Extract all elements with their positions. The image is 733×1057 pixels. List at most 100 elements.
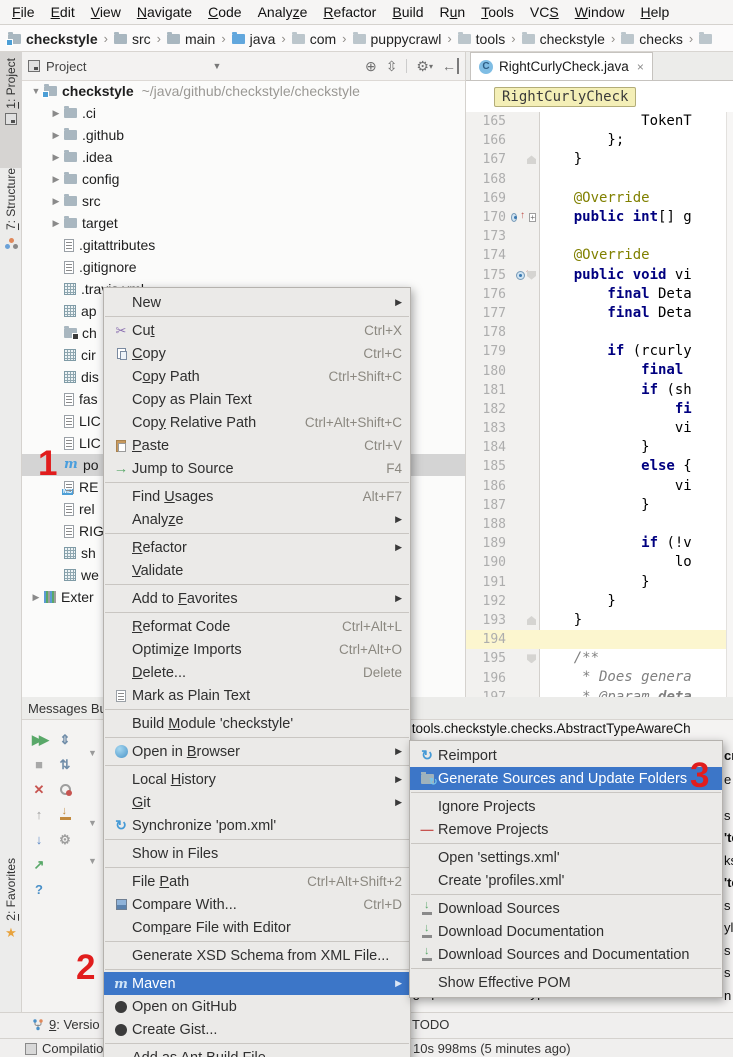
code-line-186[interactable]: 186 vi	[466, 477, 733, 496]
code-line-179[interactable]: 179 if (rcurly	[466, 342, 733, 361]
menu-item-generate-xsd-schema-from-xml-file[interactable]: Generate XSD Schema from XML File...	[104, 944, 410, 967]
menubar-item-help[interactable]: Help	[633, 4, 678, 20]
menu-item-generate-sources-and-update-folders[interactable]: Generate Sources and Update Folders	[410, 767, 722, 790]
breadcrumb-puppycrawl[interactable]: puppycrawl	[353, 31, 442, 47]
breadcrumb-checks[interactable]: checks	[621, 31, 683, 47]
menu-item-git[interactable]: Git▶	[104, 791, 410, 814]
breadcrumb-checkstyle[interactable]: checkstyle	[8, 31, 98, 47]
menu-item-local-history[interactable]: Local History▶	[104, 768, 410, 791]
menu-item-open-on-github[interactable]: Open on GitHub	[104, 995, 410, 1018]
tree-item-src[interactable]: ▶src	[22, 190, 465, 212]
tree-item-checkstyle[interactable]: ▼checkstyle~/java/github/checkstyle/chec…	[22, 80, 465, 102]
tree-item-target[interactable]: ▶target	[22, 212, 465, 234]
version-control-button[interactable]: 9: Versio	[32, 1017, 100, 1032]
code-line-166[interactable]: 166 };	[466, 131, 733, 150]
breadcrumb-java[interactable]: java	[232, 31, 276, 47]
menu-item-analyze[interactable]: Analyze▶	[104, 508, 410, 531]
tree-item-config[interactable]: ▶config	[22, 168, 465, 190]
menubar-item-file[interactable]: File	[4, 4, 43, 20]
code-line-181[interactable]: 181 if (sh	[466, 381, 733, 400]
menu-item-refactor[interactable]: Refactor▶	[104, 536, 410, 559]
gear-icon[interactable]: ⚙▾	[416, 58, 433, 75]
stripe-button-1-project[interactable]: 1: Project	[0, 52, 22, 168]
menu-item-show-in-files[interactable]: Show in Files	[104, 842, 410, 865]
hide-panel-icon[interactable]: ←	[442, 58, 459, 74]
menu-item-copy-relative-path[interactable]: Copy Relative PathCtrl+Alt+Shift+C	[104, 411, 410, 434]
stripe-button-7-structure[interactable]: 7: Structure	[0, 162, 22, 294]
code-line-189[interactable]: 189 if (!v	[466, 534, 733, 553]
menubar-item-build[interactable]: Build	[384, 4, 431, 20]
rerun-icon[interactable]: ▶▶	[32, 732, 46, 748]
menu-item-open-in-browser[interactable]: Open in Browser▶	[104, 740, 410, 763]
breadcrumb-tools[interactable]: tools	[458, 31, 506, 47]
breadcrumb-checkstyle[interactable]: checkstyle	[522, 31, 605, 47]
menubar-item-analyze[interactable]: Analyze	[250, 4, 316, 20]
project-view-dropdown-icon[interactable]: ▼	[212, 61, 221, 71]
tree-expand-icon[interactable]: ▶	[50, 196, 62, 207]
code-line-176[interactable]: 176 final Deta	[466, 285, 733, 304]
code-line-175[interactable]: 175 public void vi	[466, 266, 733, 285]
fold-expand-icon[interactable]: +	[529, 213, 536, 222]
menu-item-build-module-checkstyle[interactable]: Build Module 'checkstyle'	[104, 712, 410, 735]
menu-item-copy-path[interactable]: Copy PathCtrl+Shift+C	[104, 365, 410, 388]
code-line-195[interactable]: 195 /**	[466, 649, 733, 668]
menu-item-remove-projects[interactable]: Remove Projects	[410, 818, 722, 841]
code-line-190[interactable]: 190 lo	[466, 553, 733, 572]
code-line-193[interactable]: 193 }	[466, 611, 733, 630]
tree-collapse-arrow-icon[interactable]: ▼	[88, 818, 97, 828]
tree-item-idea[interactable]: ▶.idea	[22, 146, 465, 168]
menu-item-file-path[interactable]: File PathCtrl+Alt+Shift+2	[104, 870, 410, 893]
export-icon[interactable]: ↗	[34, 857, 45, 873]
menu-item-find-usages[interactable]: Find UsagesAlt+F7	[104, 485, 410, 508]
fold-region-icon[interactable]	[527, 155, 536, 164]
menu-item-jump-to-source[interactable]: Jump to SourceF4	[104, 457, 410, 480]
settings-wrench-icon[interactable]: ⚙	[59, 832, 71, 848]
code-line-168[interactable]: 168	[466, 170, 733, 189]
tree-expand-icon[interactable]: ▶	[30, 592, 42, 603]
tree-expand-icon[interactable]: ▶	[50, 130, 62, 141]
hide-passed-icon[interactable]	[60, 784, 71, 795]
menu-item-validate[interactable]: Validate	[104, 559, 410, 582]
tree-expand-icon[interactable]: ▶	[50, 218, 62, 229]
menu-item-reformat-code[interactable]: Reformat CodeCtrl+Alt+L	[104, 615, 410, 638]
menu-item-reimport[interactable]: Reimport	[410, 744, 722, 767]
code-line-184[interactable]: 184 }	[466, 438, 733, 457]
code-line-187[interactable]: 187 }	[466, 496, 733, 515]
menu-item-create-gist[interactable]: Create Gist...	[104, 1018, 410, 1041]
menubar-item-window[interactable]: Window	[567, 4, 633, 20]
menu-item-download-sources-and-documentation[interactable]: Download Sources and Documentation	[410, 943, 722, 966]
code-editor[interactable]: 165 TokenT166 };167 }168169 @Override170…	[466, 112, 733, 697]
menubar-item-refactor[interactable]: Refactor	[315, 4, 384, 20]
menu-item-add-as-ant-build-file[interactable]: Add as Ant Build File	[104, 1046, 410, 1057]
breadcrumb-src[interactable]: src	[114, 31, 151, 47]
menu-item-copy[interactable]: CopyCtrl+C	[104, 342, 410, 365]
code-line-188[interactable]: 188	[466, 515, 733, 534]
menu-item-add-to-favorites[interactable]: Add to Favorites▶	[104, 587, 410, 610]
breadcrumb-com[interactable]: com	[292, 31, 336, 47]
code-line-185[interactable]: 185 else {	[466, 457, 733, 476]
menu-item-new[interactable]: New▶	[104, 291, 410, 314]
editor-tab-rightcurlycheck[interactable]: C RightCurlyCheck.java ×	[470, 52, 653, 80]
tree-item-ci[interactable]: ▶.ci	[22, 102, 465, 124]
menu-item-ignore-projects[interactable]: Ignore Projects	[410, 795, 722, 818]
override-method-icon[interactable]	[516, 271, 525, 280]
menubar-item-navigate[interactable]: Navigate	[129, 4, 200, 20]
tree-expand-icon[interactable]: ▶	[50, 174, 62, 185]
code-line-196[interactable]: 196 * Does genera	[466, 668, 733, 687]
menu-item-maven[interactable]: Maven▶	[104, 972, 410, 995]
menu-item-show-effective-pom[interactable]: Show Effective POM	[410, 971, 722, 994]
tree-item-gitignore[interactable]: .gitignore	[22, 256, 465, 278]
menubar-item-vcs[interactable]: VCS	[522, 4, 567, 20]
code-line-165[interactable]: 165 TokenT	[466, 112, 733, 131]
tree-collapse-arrow-icon[interactable]: ▼	[88, 748, 97, 758]
menu-item-create-profiles-xml[interactable]: Create 'profiles.xml'	[410, 869, 722, 892]
code-line-167[interactable]: 167 }	[466, 150, 733, 169]
menu-item-compare-file-with-editor[interactable]: Compare File with Editor	[104, 916, 410, 939]
tree-expand-icon[interactable]: ▼	[30, 86, 42, 96]
menu-item-download-sources[interactable]: Download Sources	[410, 897, 722, 920]
expand-all-icon[interactable]: ⇕	[60, 732, 71, 748]
code-line-173[interactable]: 173	[466, 227, 733, 246]
menubar-item-tools[interactable]: Tools	[473, 4, 522, 20]
stripe-button-2-favorites[interactable]: 2: Favorites★	[0, 852, 22, 994]
code-line-177[interactable]: 177 final Deta	[466, 304, 733, 323]
